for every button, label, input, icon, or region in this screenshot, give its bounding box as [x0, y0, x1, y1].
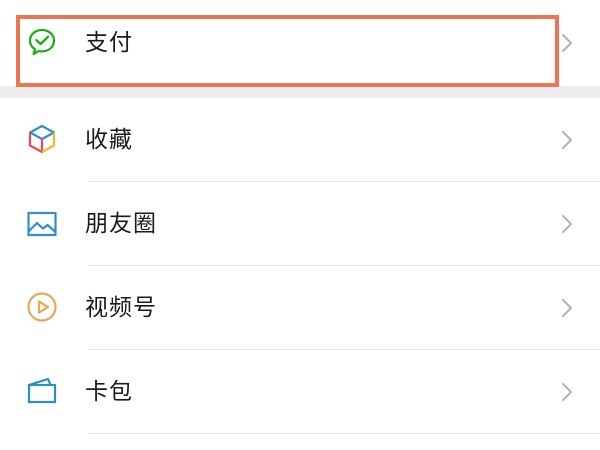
chevron-right-icon [560, 32, 574, 54]
menu-item-favorites[interactable]: 收藏 [0, 98, 600, 181]
chevron-right-icon [560, 381, 574, 403]
chevron-right-icon [560, 213, 574, 235]
moments-image-icon [26, 208, 58, 240]
me-page-menu: 支付 收藏 朋友圈 视频号 卡包 [0, 0, 600, 450]
menu-item-pay[interactable]: 支付 [0, 0, 600, 86]
menu-item-card-wallet-label: 卡包 [85, 379, 133, 405]
menu-item-channels-label: 视频号 [85, 295, 157, 321]
wechat-pay-icon [26, 26, 58, 58]
menu-item-pay-label: 支付 [85, 30, 133, 56]
channels-play-icon [26, 291, 58, 323]
chevron-right-icon [560, 297, 574, 319]
menu-item-channels[interactable]: 视频号 [0, 266, 600, 349]
menu-item-moments[interactable]: 朋友圈 [0, 182, 600, 265]
card-wallet-icon [26, 374, 58, 406]
favorites-cube-icon [26, 123, 58, 155]
section-gap [0, 86, 600, 98]
menu-item-favorites-label: 收藏 [85, 127, 133, 153]
chevron-right-icon [560, 129, 574, 151]
menu-item-card-wallet[interactable]: 卡包 [0, 350, 600, 433]
row-divider [88, 433, 600, 434]
menu-item-moments-label: 朋友圈 [85, 211, 157, 237]
